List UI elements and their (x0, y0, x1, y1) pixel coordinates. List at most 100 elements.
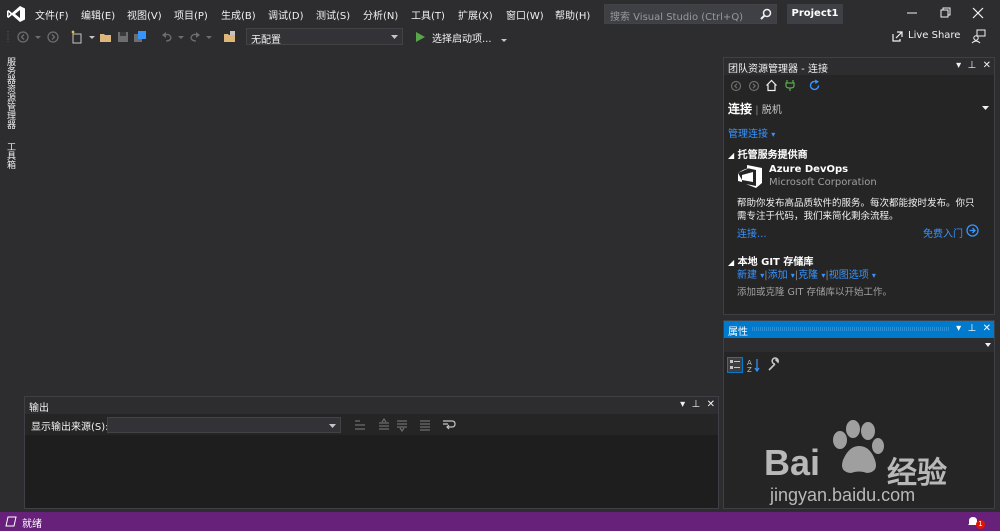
git-actions: 新建 ▾|添加 ▾|克隆 ▾|视图选项 ▾ (737, 270, 876, 281)
git-hint-text: 添加或克隆 GIT 存储库以开始工作。 (737, 287, 893, 298)
new-project-icon[interactable] (70, 30, 84, 44)
undo-dropdown-icon[interactable] (175, 30, 189, 44)
pin-icon[interactable]: ⊥ (968, 323, 977, 334)
chevron-down-icon[interactable] (982, 106, 989, 110)
menu-edit[interactable]: 编辑(E) (81, 7, 115, 22)
connect-link[interactable]: 连接... (737, 225, 767, 240)
start-debugging-label: 选择启动项... (432, 34, 492, 45)
panel-close-icon[interactable]: ✕ (983, 60, 991, 71)
output-header: 输出 ▾ ⊥ ✕ (25, 397, 718, 414)
menu-tools[interactable]: 工具(T) (411, 7, 445, 22)
output-source-dropdown[interactable] (107, 417, 341, 433)
property-pages-icon[interactable] (766, 357, 782, 373)
solution-folder-icon[interactable] (223, 30, 237, 44)
back-icon[interactable] (16, 30, 30, 44)
output-title: 输出 (29, 403, 49, 414)
status-text: 就绪 (22, 519, 42, 530)
redo-icon[interactable] (188, 30, 202, 44)
notification-count-badge: 1 (976, 520, 985, 529)
watermark-url: jingyan.baidu.com (770, 485, 916, 505)
properties-title: 属性 (728, 327, 748, 338)
output-text-area[interactable] (25, 435, 718, 508)
categorized-icon[interactable] (727, 357, 743, 373)
save-icon[interactable] (116, 30, 130, 44)
hosted-section-header[interactable]: ◢ 托管服务提供商 (728, 146, 808, 161)
pin-icon[interactable]: ⊥ (692, 399, 701, 410)
menu-view[interactable]: 视图(V) (127, 7, 162, 22)
feedback-icon[interactable] (971, 29, 987, 44)
next-message-icon[interactable] (395, 418, 409, 432)
object-selector[interactable] (724, 338, 994, 352)
manage-connections-label: 管理连接 (728, 129, 768, 140)
refresh-icon[interactable] (808, 79, 821, 92)
home-icon[interactable] (765, 79, 778, 92)
panel-close-icon[interactable]: ✕ (707, 399, 715, 410)
new-dropdown-icon[interactable] (86, 30, 100, 44)
panel-menu-icon[interactable]: ▾ (956, 323, 961, 334)
menu-extensions[interactable]: 扩展(X) (458, 7, 493, 22)
live-share-button[interactable]: Live Share (891, 29, 961, 45)
header-grip-icon (752, 327, 950, 331)
visual-studio-logo-icon (7, 6, 25, 22)
live-share-label: Live Share (908, 30, 961, 41)
menu-project[interactable]: 项目(P) (174, 7, 208, 22)
menu-help[interactable]: 帮助(H) (555, 7, 590, 22)
panel-menu-icon[interactable]: ▾ (956, 60, 961, 71)
configuration-dropdown[interactable]: 无配置 (246, 28, 403, 46)
menu-window[interactable]: 窗口(W) (506, 7, 544, 22)
save-all-icon[interactable] (133, 30, 147, 44)
menu-analyze[interactable]: 分析(N) (363, 7, 398, 22)
connect-heading: 连接 | 脱机 (728, 102, 782, 116)
git-new-link[interactable]: 新建 (737, 270, 757, 281)
restore-icon[interactable] (931, 4, 959, 22)
git-clone-link[interactable]: 克隆 (798, 270, 818, 281)
server-explorer-tab[interactable]: 服务器资源管理器 (4, 57, 17, 129)
find-message-icon[interactable] (353, 418, 367, 432)
arrow-right-circle-icon[interactable] (966, 224, 979, 237)
close-icon[interactable] (964, 4, 992, 22)
open-folder-icon[interactable] (99, 30, 113, 44)
free-start-link[interactable]: 免费入门 (923, 225, 963, 240)
back-dropdown-icon[interactable] (32, 30, 46, 44)
toolbox-tab[interactable]: 工具箱 (4, 142, 17, 169)
configuration-value: 无配置 (251, 35, 281, 46)
pin-icon[interactable]: ⊥ (968, 60, 977, 71)
panel-close-icon[interactable]: ✕ (983, 323, 991, 334)
svg-text:Z: Z (747, 366, 752, 373)
minimize-icon[interactable] (898, 4, 926, 22)
alphabetical-icon[interactable]: A Z (746, 357, 762, 373)
menu-debug[interactable]: 调试(D) (268, 7, 304, 22)
output-source-label: 显示输出来源(S): (31, 422, 109, 433)
previous-message-icon[interactable] (377, 418, 391, 432)
chevron-down-icon (985, 343, 991, 347)
back-icon[interactable] (730, 80, 742, 92)
forward-icon[interactable] (748, 80, 760, 92)
azure-devops-company: Microsoft Corporation (769, 177, 877, 188)
start-debugging-button[interactable]: 选择启动项... (416, 29, 510, 45)
redo-dropdown-icon[interactable] (203, 30, 217, 44)
team-explorer-panel: 团队资源管理器 - 连接 ▾ ⊥ ✕ 连接 | 脱机 管理连接 ▾ ◢ 托管服务… (723, 57, 995, 315)
clear-all-icon[interactable] (418, 418, 432, 432)
undo-icon[interactable] (160, 30, 174, 44)
menu-build[interactable]: 生成(B) (221, 7, 256, 22)
word-wrap-icon[interactable] (442, 418, 456, 432)
git-view-options-link[interactable]: 视图选项 (829, 270, 869, 281)
live-share-icon (892, 31, 903, 42)
git-add-link[interactable]: 添加 (768, 270, 788, 281)
search-input[interactable]: 搜索 Visual Studio (Ctrl+Q) (604, 4, 777, 24)
forward-icon[interactable] (46, 30, 60, 44)
manage-connections-link[interactable]: 管理连接 ▾ (728, 125, 775, 140)
chevron-down-icon (329, 424, 336, 428)
menu-test[interactable]: 测试(S) (316, 7, 350, 22)
panel-menu-icon[interactable]: ▾ (680, 399, 685, 410)
notifications-button[interactable]: 1 (967, 515, 987, 529)
menu-file[interactable]: 文件(F) (35, 7, 69, 22)
watermark-brand: Bai (764, 442, 821, 483)
connect-plug-icon[interactable] (784, 79, 796, 92)
connect-title: 连接 (728, 102, 753, 116)
start-dropdown-icon[interactable] (500, 36, 508, 44)
hosted-section-title: 托管服务提供商 (737, 150, 808, 161)
panel-controls: ▾ ⊥ ✕ (956, 60, 991, 71)
play-icon (416, 32, 425, 42)
offline-label: 脱机 (761, 105, 782, 116)
